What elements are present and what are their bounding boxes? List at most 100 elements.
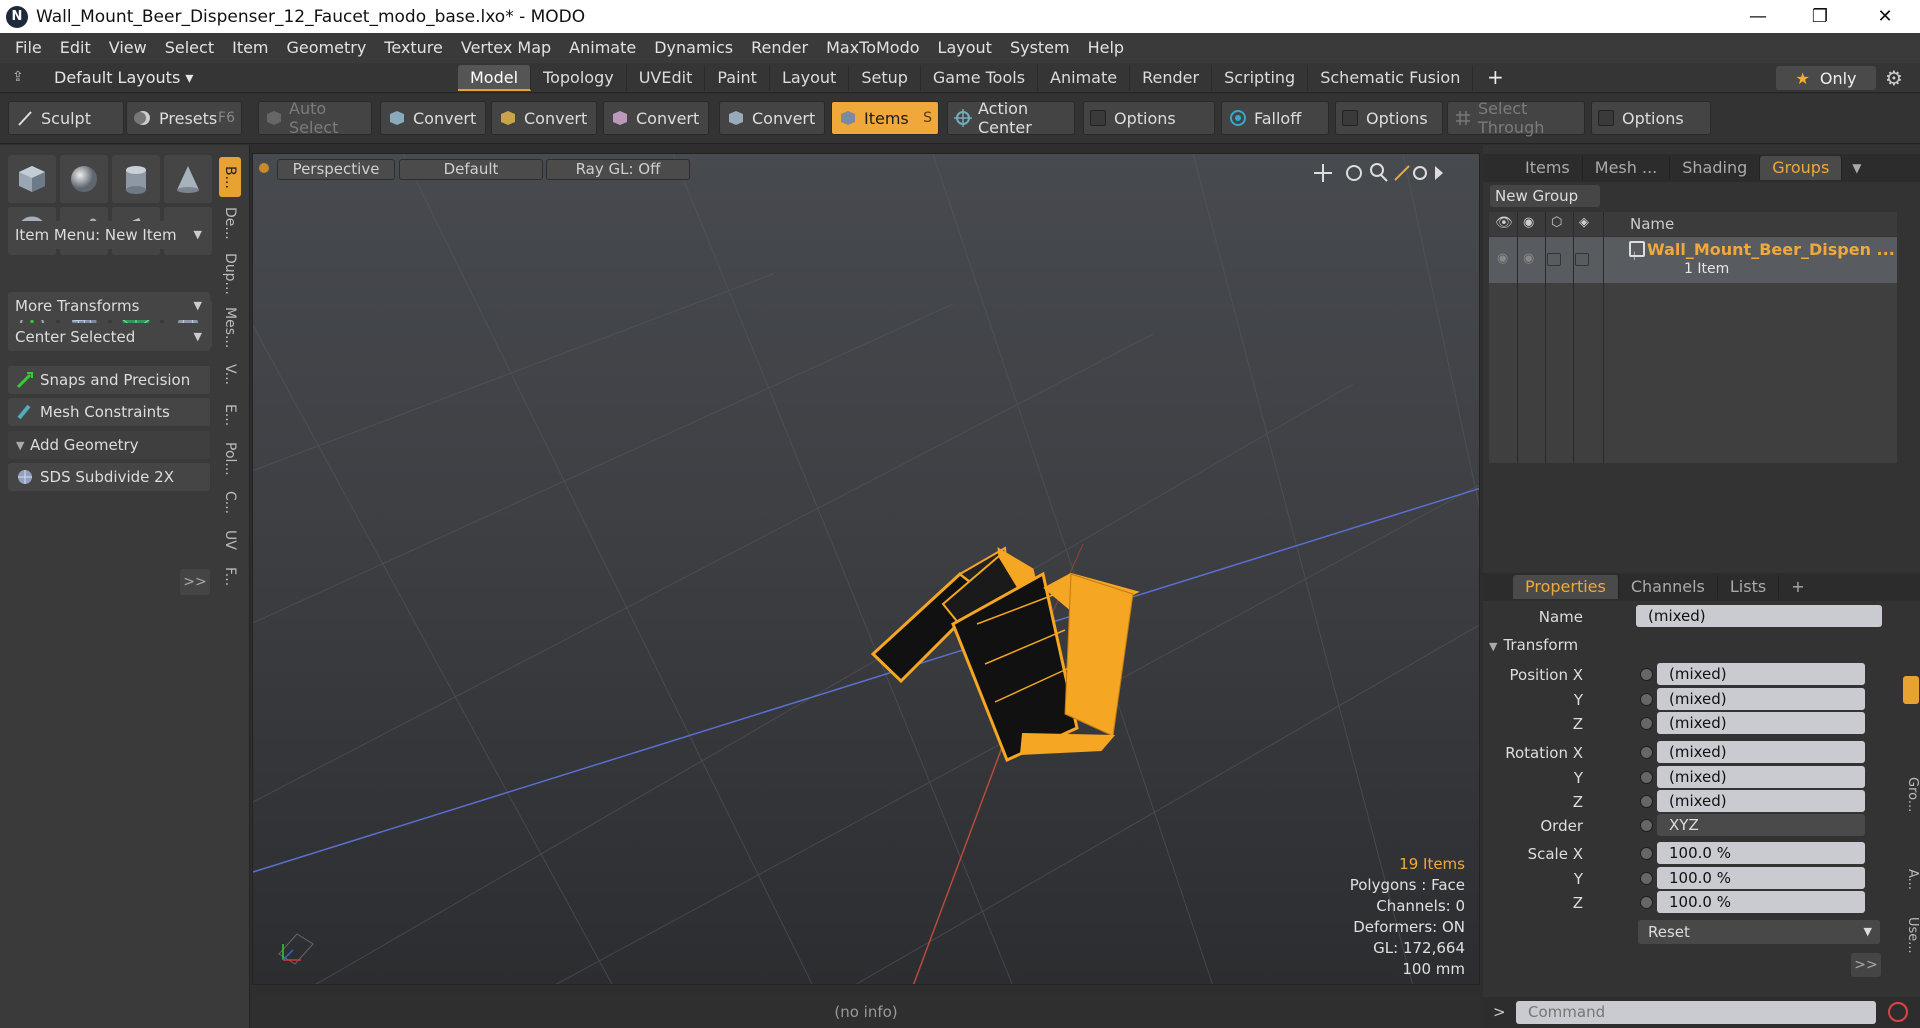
vtab-fusion[interactable]: F... (219, 559, 241, 595)
viewport-menu-dot[interactable] (259, 163, 269, 173)
menu-dynamics[interactable]: Dynamics (645, 33, 742, 63)
menu-item[interactable]: Item (223, 33, 277, 63)
rotation-x-field[interactable]: (mixed) (1657, 741, 1865, 763)
select-checkbox[interactable] (1575, 253, 1589, 266)
menu-layout[interactable]: Layout (929, 33, 1001, 63)
shading-dropdown[interactable]: Default (399, 159, 543, 180)
keyframe-dot[interactable] (1640, 717, 1653, 730)
vtab-edge[interactable]: E... (219, 397, 241, 433)
scale-x-field[interactable]: 100.0 % (1657, 842, 1865, 864)
tab-model[interactable]: Model (458, 65, 532, 91)
menu-file[interactable]: File (6, 33, 51, 63)
perspective-dropdown[interactable]: Perspective (277, 159, 395, 180)
menu-edit[interactable]: Edit (51, 33, 100, 63)
vtab-curve[interactable]: C... (219, 485, 241, 521)
sculpt-button[interactable]: Sculpt (8, 101, 124, 135)
minimize-button[interactable]: — (1730, 0, 1786, 33)
falloff-options-button[interactable]: Options (1335, 101, 1443, 135)
tab-lists[interactable]: Lists (1718, 575, 1780, 599)
keyframe-dot[interactable] (1640, 795, 1653, 808)
cube-primitive-icon[interactable] (8, 155, 56, 203)
render-toggle-icon[interactable]: ◉ (1523, 251, 1534, 266)
select-through-button[interactable]: Select Through (1447, 99, 1585, 137)
keyframe-dot[interactable] (1640, 693, 1653, 706)
position-z-field[interactable]: (mixed) (1657, 712, 1865, 734)
scale-y-field[interactable]: 100.0 % (1657, 867, 1865, 889)
menu-system[interactable]: System (1001, 33, 1079, 63)
vtab-polygon[interactable]: Pol... (219, 437, 241, 481)
tab-uvedit[interactable]: UVEdit (627, 65, 706, 91)
sds-subdivide-button[interactable]: SDS Subdivide 2X (8, 463, 210, 491)
tab-render[interactable]: Render (1130, 65, 1213, 91)
position-x-field[interactable]: (mixed) (1657, 663, 1865, 685)
menu-select[interactable]: Select (156, 33, 223, 63)
vtab-basic[interactable]: B... (219, 157, 241, 197)
menu-view[interactable]: View (100, 33, 156, 63)
tab-game-tools[interactable]: Game Tools (921, 65, 1039, 91)
scale-z-field[interactable]: 100.0 % (1657, 891, 1865, 913)
tab-shading[interactable]: Shading (1670, 156, 1761, 180)
keyframe-dot[interactable] (1640, 847, 1653, 860)
convert-item-button[interactable]: Convert (719, 101, 825, 135)
tab-schematic-fusion[interactable]: Schematic Fusion (1308, 65, 1474, 91)
options-checkbox[interactable] (1598, 110, 1614, 126)
vtab-vertex[interactable]: V... (219, 357, 241, 393)
keyframe-dot[interactable] (1640, 668, 1653, 681)
action-center-button[interactable]: Action Center (947, 99, 1075, 137)
keyframe-dot[interactable] (1640, 771, 1653, 784)
close-button[interactable]: ✕ (1857, 0, 1913, 33)
record-icon[interactable] (1888, 1002, 1908, 1022)
tab-channels[interactable]: Channels (1619, 575, 1718, 599)
expand-button[interactable]: >> (180, 569, 210, 595)
raygl-toggle[interactable]: Ray GL: Off (546, 159, 690, 180)
convert-vertex-button[interactable]: Convert (380, 101, 486, 135)
tab-setup[interactable]: Setup (849, 65, 921, 91)
tab-animate[interactable]: Animate (1038, 65, 1131, 91)
tab-topology[interactable]: Topology (531, 65, 627, 91)
side-tab-active[interactable] (1903, 676, 1919, 704)
vtab-deform[interactable]: De... (219, 201, 241, 245)
snaps-precision-button[interactable]: Snaps and Precision (8, 366, 210, 394)
convert-polygon-button[interactable]: Convert (603, 101, 709, 135)
tab-paint[interactable]: Paint (705, 65, 770, 91)
keyframe-dot[interactable] (1640, 872, 1653, 885)
action-center-options-button[interactable]: Options (1083, 101, 1215, 135)
group-row[interactable]: ◉ ◉ + Wall_Mount_Beer_Dispen ... 1 Item (1489, 237, 1897, 283)
select-through-options-button[interactable]: Options (1591, 101, 1711, 135)
eye-icon[interactable]: 👁 (1495, 215, 1513, 231)
falloff-button[interactable]: Falloff (1221, 101, 1329, 135)
name-field[interactable]: (mixed) (1636, 605, 1882, 627)
cone-primitive-icon[interactable] (164, 155, 212, 203)
name-column-header[interactable]: Name (1630, 215, 1674, 233)
add-tab-button[interactable]: + (1487, 65, 1504, 89)
reset-dropdown[interactable]: Reset ▼ (1638, 920, 1880, 944)
default-layouts-dropdown[interactable]: Default Layouts ▾ (54, 68, 193, 87)
rotation-y-field[interactable]: (mixed) (1657, 766, 1865, 788)
tab-properties[interactable]: Properties (1513, 575, 1619, 599)
vtab-duplicate[interactable]: Dup... (219, 249, 241, 299)
position-y-field[interactable]: (mixed) (1657, 688, 1865, 710)
menu-vertex-map[interactable]: Vertex Map (452, 33, 560, 63)
only-button[interactable]: ★ Only (1776, 66, 1876, 90)
side-tab-assembly[interactable]: A... (1901, 860, 1920, 900)
cylinder-primitive-icon[interactable] (112, 155, 160, 203)
options-checkbox[interactable] (1342, 110, 1358, 126)
gear-icon[interactable]: ⚙ (1885, 66, 1903, 90)
order-dropdown[interactable]: XYZ (1657, 814, 1865, 836)
command-input[interactable] (1516, 1001, 1876, 1024)
maximize-button[interactable]: ❐ (1792, 0, 1848, 33)
auto-select-button[interactable]: Auto Select (258, 99, 372, 137)
menu-texture[interactable]: Texture (375, 33, 452, 63)
visibility-eye-icon[interactable]: ◉ (1497, 251, 1508, 266)
chevron-down-icon[interactable]: ▼ (1852, 161, 1861, 175)
menu-geometry[interactable]: Geometry (278, 33, 376, 63)
menu-maxtomodo[interactable]: MaxToModo (817, 33, 928, 63)
properties-expand-button[interactable]: >> (1851, 953, 1881, 977)
items-mode-button[interactable]: Items S (831, 101, 939, 135)
tab-layout[interactable]: Layout (770, 65, 850, 91)
lock-checkbox[interactable] (1547, 253, 1561, 266)
select-icon[interactable]: ◈ (1579, 215, 1589, 230)
render-icon[interactable]: ◉ (1523, 215, 1534, 230)
options-checkbox[interactable] (1090, 110, 1106, 126)
add-geometry-section[interactable]: ▼ Add Geometry (8, 431, 210, 459)
